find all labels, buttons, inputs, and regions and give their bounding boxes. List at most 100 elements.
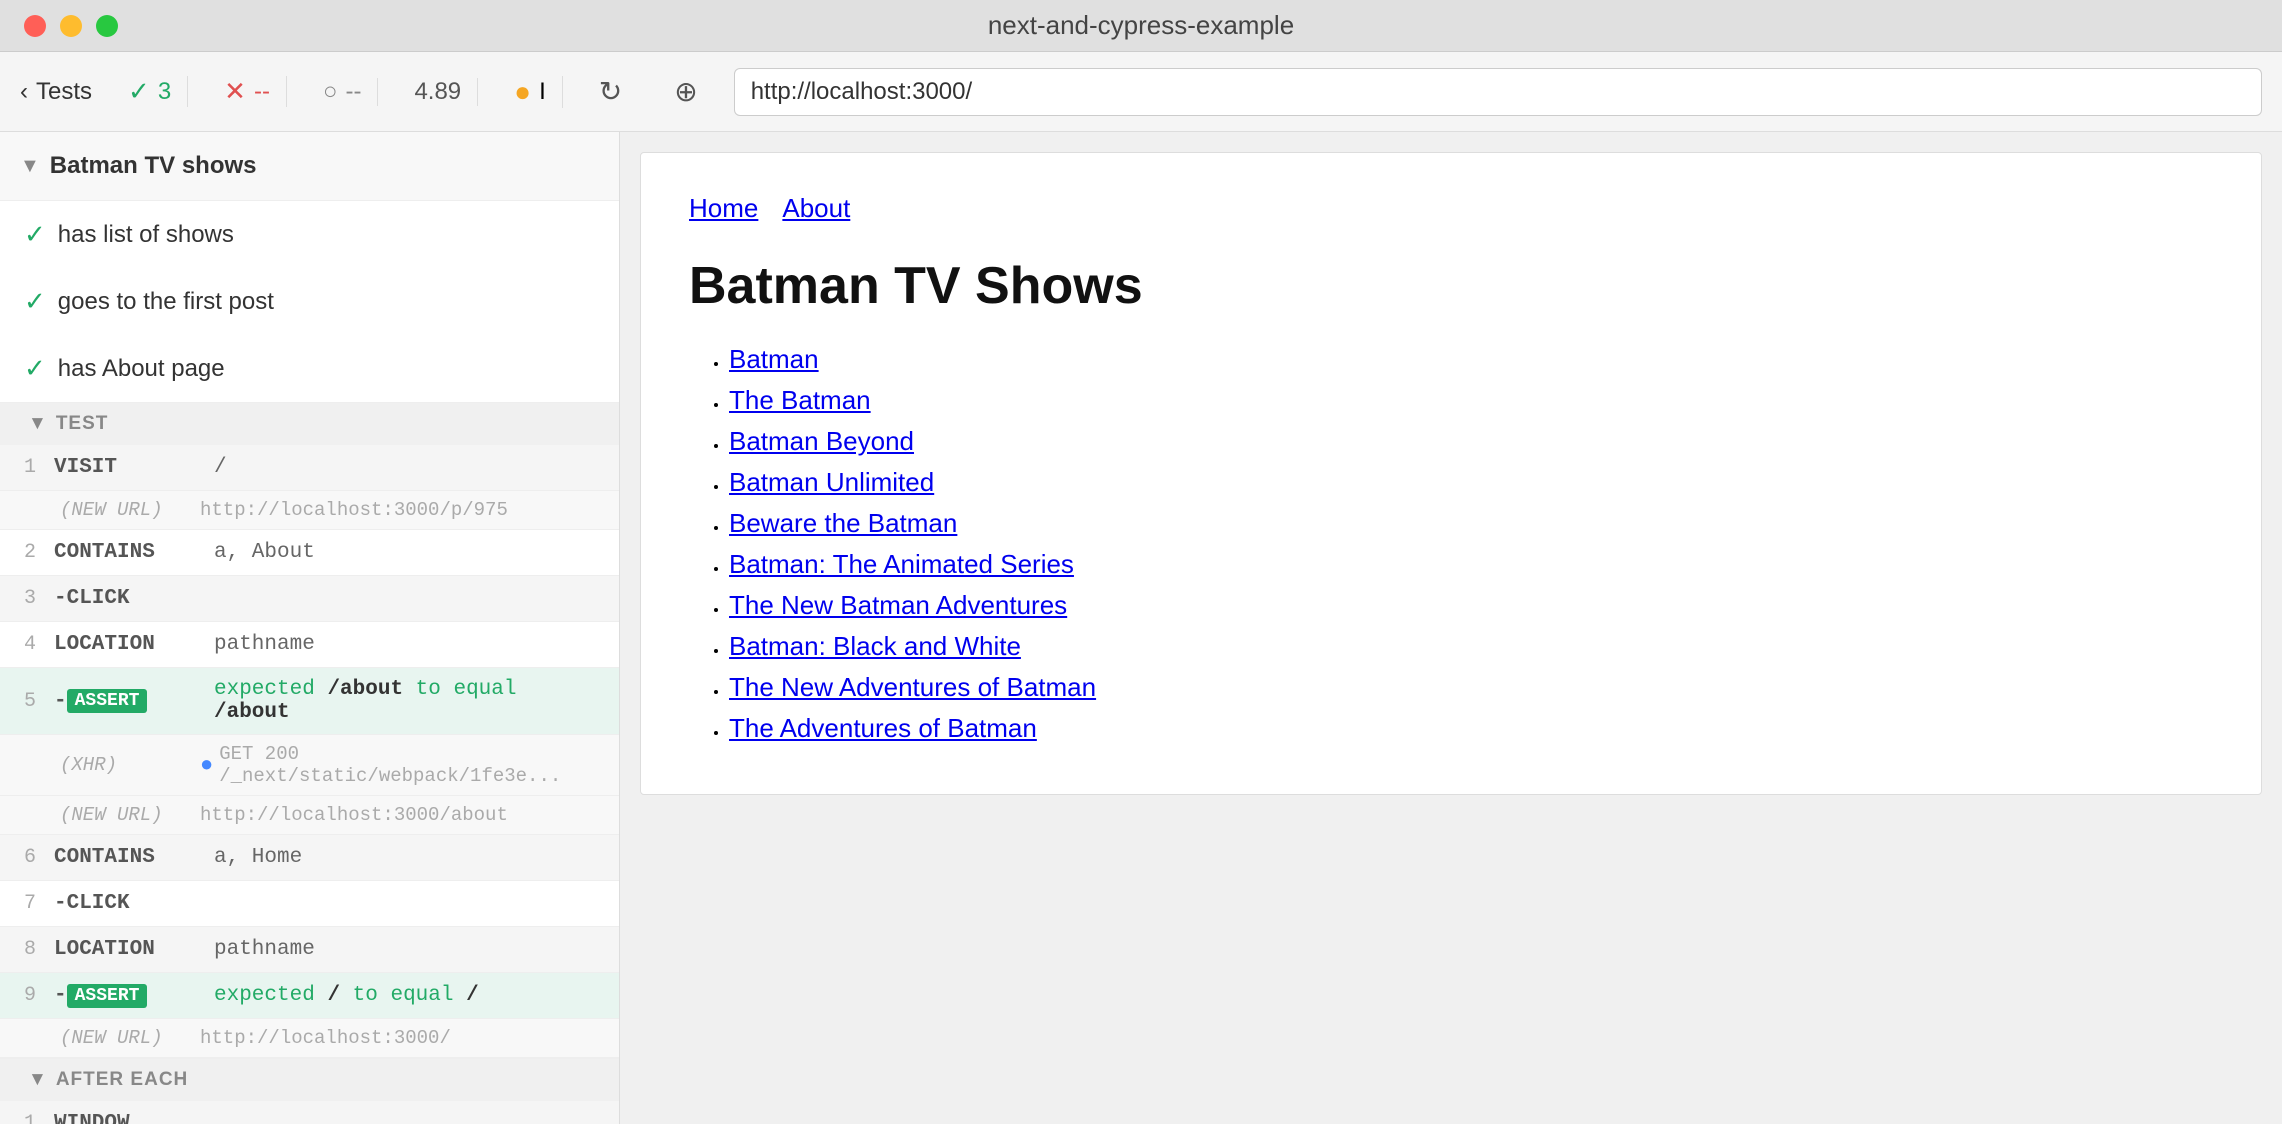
code-row-1[interactable]: 1 VISIT /	[0, 445, 619, 491]
page-title: Batman TV Shows	[689, 256, 2213, 316]
cmd-window: WINDOW	[54, 1112, 214, 1124]
pass-icon-3: ✓	[24, 353, 46, 384]
show-link-9[interactable]: The Adventures of Batman	[729, 713, 1037, 743]
close-button[interactable]	[24, 15, 46, 37]
after-each-header: ▼ AFTER EACH	[0, 1059, 619, 1101]
code-row-9[interactable]: 9 -ASSERT expected / to equal /	[0, 973, 619, 1019]
cmd-contains-2: CONTAINS	[54, 846, 214, 869]
line-num-1: 1	[24, 456, 54, 479]
show-link-4[interactable]: Beware the Batman	[729, 508, 957, 538]
list-item: Batman	[729, 344, 2213, 375]
code-row-5[interactable]: 5 -ASSERT expected /about to equal /abou…	[0, 668, 619, 735]
line-num-6: 6	[24, 846, 54, 869]
indicator-stat: ● I	[498, 76, 563, 108]
cmd-args-8: pathname	[214, 938, 315, 961]
show-link-2[interactable]: Batman Beyond	[729, 426, 914, 456]
cmd-click-1: -CLICK	[54, 587, 214, 610]
line-num-5: 5	[24, 690, 54, 713]
sub-row-xhr: (XHR) ● GET 200 /_next/static/webpack/1f…	[0, 735, 619, 796]
show-link-8[interactable]: The New Adventures of Batman	[729, 672, 1096, 702]
list-item: The New Adventures of Batman	[729, 672, 2213, 703]
failed-stat: ✕ --	[208, 76, 287, 107]
test-label-1: has list of shows	[58, 221, 234, 249]
code-row-2[interactable]: 2 CONTAINS a, About	[0, 530, 619, 576]
after-each-chevron-icon: ▼	[28, 1069, 48, 1091]
tests-label: Tests	[36, 78, 92, 106]
sub-label-3: (NEW URL)	[60, 1027, 200, 1049]
list-item: Batman Unlimited	[729, 467, 2213, 498]
test-item-3[interactable]: ✓ has About page	[0, 335, 619, 402]
pending-count: --	[345, 78, 361, 106]
nav-home-link[interactable]: Home	[689, 193, 758, 224]
crosshair-button[interactable]: ⊕	[658, 75, 713, 108]
url-bar[interactable]: http://localhost:3000/	[734, 68, 2262, 116]
sub-label-xhr: (XHR)	[60, 754, 200, 776]
after-each-label: AFTER EACH	[56, 1069, 188, 1091]
cmd-visit: VISIT	[54, 456, 214, 479]
show-link-1[interactable]: The Batman	[729, 385, 871, 415]
cmd-args-5: expected /about to equal /about	[214, 678, 595, 724]
cmd-click-2: -CLICK	[54, 892, 214, 915]
maximize-button[interactable]	[96, 15, 118, 37]
test-suite-header[interactable]: ▼ Batman TV shows	[0, 132, 619, 201]
cmd-args-4: pathname	[214, 633, 315, 656]
minimize-button[interactable]	[60, 15, 82, 37]
sub-value-xhr: GET 200 /_next/static/webpack/1fe3e...	[219, 743, 595, 787]
nav-about-link[interactable]: About	[782, 193, 850, 224]
browser-content: Home About Batman TV Shows Batman The Ba…	[640, 152, 2262, 795]
code-row-3[interactable]: 3 -CLICK	[0, 576, 619, 622]
test-item-2[interactable]: ✓ goes to the first post	[0, 268, 619, 335]
list-item: The Adventures of Batman	[729, 713, 2213, 744]
suite-name: Batman TV shows	[50, 152, 257, 180]
code-row-7[interactable]: 7 -CLICK	[0, 881, 619, 927]
test-section-header: ▼ TEST	[0, 403, 619, 445]
test-detail-block: ▼ TEST 1 VISIT / (NEW URL) http://localh…	[0, 402, 619, 1058]
line-num-9: 9	[24, 984, 54, 1007]
code-row-4[interactable]: 4 LOCATION pathname	[0, 622, 619, 668]
cmd-assert-1: -ASSERT	[54, 689, 214, 713]
cmd-location-2: LOCATION	[54, 938, 214, 961]
sub-row-new-url-1: (NEW URL) http://localhost:3000/p/975	[0, 491, 619, 530]
cmd-contains-1: CONTAINS	[54, 541, 214, 564]
list-item: The New Batman Adventures	[729, 590, 2213, 621]
url-text: http://localhost:3000/	[751, 78, 972, 106]
list-item: Beware the Batman	[729, 508, 2213, 539]
sub-row-new-url-3: (NEW URL) http://localhost:3000/	[0, 1019, 619, 1058]
reload-button[interactable]: ↻	[583, 75, 638, 108]
test-label-3: has About page	[58, 355, 225, 383]
show-link-5[interactable]: Batman: The Animated Series	[729, 549, 1074, 579]
chevron-left-icon: ‹	[20, 78, 28, 106]
circle-icon: ○	[323, 78, 338, 106]
after-row-1[interactable]: 1 WINDOW	[0, 1101, 619, 1124]
list-item: The Batman	[729, 385, 2213, 416]
cmd-assert-2: -ASSERT	[54, 984, 214, 1008]
pass-icon-2: ✓	[24, 286, 46, 317]
timer-display: 4.89	[398, 78, 478, 106]
cmd-args-9: expected / to equal /	[214, 984, 479, 1007]
cmd-args-1: /	[214, 456, 227, 479]
show-link-6[interactable]: The New Batman Adventures	[729, 590, 1067, 620]
show-link-7[interactable]: Batman: Black and White	[729, 631, 1021, 661]
list-item: Batman Beyond	[729, 426, 2213, 457]
sub-row-new-url-2: (NEW URL) http://localhost:3000/about	[0, 796, 619, 835]
line-num-4: 4	[24, 633, 54, 656]
test-item-1[interactable]: ✓ has list of shows	[0, 201, 619, 268]
sub-value-2: http://localhost:3000/about	[200, 804, 508, 826]
xhr-dot-icon: ●	[200, 753, 213, 778]
sub-value-3: http://localhost:3000/	[200, 1027, 451, 1049]
back-to-tests-button[interactable]: ‹ Tests	[20, 78, 92, 106]
code-row-8[interactable]: 8 LOCATION pathname	[0, 927, 619, 973]
sub-label-1: (NEW URL)	[60, 499, 200, 521]
failed-count: --	[254, 78, 270, 106]
cmd-location-1: LOCATION	[54, 633, 214, 656]
cmd-args-6: a, Home	[214, 846, 302, 869]
show-link-0[interactable]: Batman	[729, 344, 819, 374]
test-label-2: goes to the first post	[58, 288, 274, 316]
show-link-3[interactable]: Batman Unlimited	[729, 467, 934, 497]
test-section-label: TEST	[56, 413, 109, 435]
dot-icon: ●	[514, 76, 531, 108]
assert-badge-2: ASSERT	[67, 984, 148, 1008]
code-row-6[interactable]: 6 CONTAINS a, Home	[0, 835, 619, 881]
line-num-2: 2	[24, 541, 54, 564]
list-item: Batman: Black and White	[729, 631, 2213, 662]
